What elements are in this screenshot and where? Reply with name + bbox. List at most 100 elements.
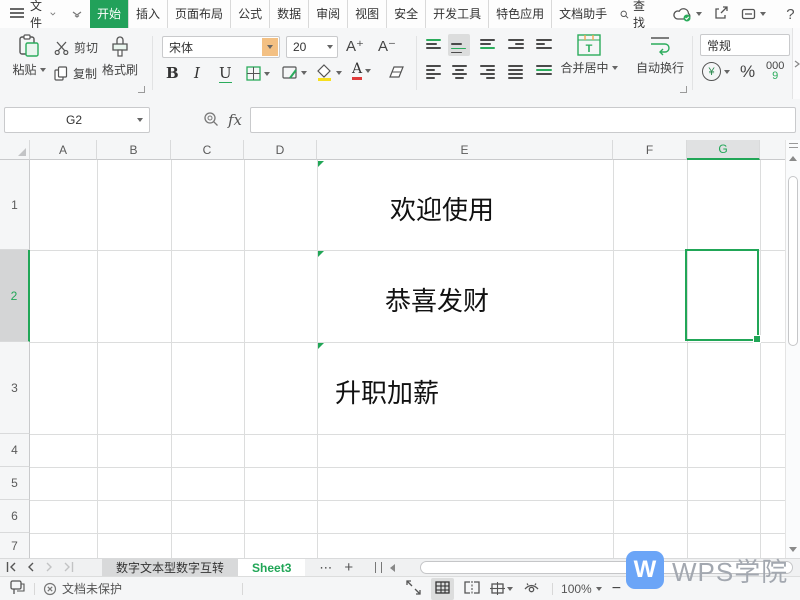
- font-size-select[interactable]: 20: [286, 36, 338, 58]
- ribbon-tab-security[interactable]: 安全: [386, 0, 425, 28]
- name-box[interactable]: G2: [4, 107, 150, 133]
- sheet-tab-inactive[interactable]: 数字文本型数字互转: [102, 559, 238, 577]
- wrap-text-button[interactable]: 自动换行: [632, 34, 688, 76]
- cell-E2[interactable]: 恭喜发财: [385, 281, 489, 318]
- align-bottom-icon[interactable]: [480, 39, 495, 49]
- ribbon-tab-doc-assistant[interactable]: 文档助手: [551, 0, 614, 28]
- decrease-font-button[interactable]: A⁻: [378, 37, 396, 55]
- ribbon-tab-insert[interactable]: 插入: [128, 0, 167, 28]
- borders-button[interactable]: [246, 66, 270, 81]
- row-header-5[interactable]: 5: [0, 467, 30, 500]
- format-painter-button[interactable]: 格式刷: [98, 34, 142, 78]
- alignment-dialog-launcher-icon[interactable]: [680, 86, 687, 93]
- column-header-F[interactable]: F: [613, 140, 687, 160]
- eraser-button[interactable]: [388, 65, 405, 82]
- align-middle-icon[interactable]: [448, 34, 470, 56]
- split-handle[interactable]: [789, 143, 798, 148]
- fill-handle[interactable]: [753, 335, 761, 343]
- ribbon-scroll-right[interactable]: [792, 28, 800, 99]
- column-header-B[interactable]: B: [97, 140, 171, 160]
- ribbon-tab-view[interactable]: 视图: [347, 0, 386, 28]
- column-header-E[interactable]: E: [317, 140, 613, 160]
- prev-sheet-button[interactable]: [27, 561, 35, 575]
- new-tab-button[interactable]: [741, 7, 766, 21]
- decrease-indent-icon[interactable]: [508, 39, 524, 49]
- row-header-3[interactable]: 3: [0, 342, 30, 434]
- bold-button[interactable]: B: [166, 64, 179, 82]
- fullscreen-button[interactable]: [406, 580, 421, 598]
- column-header-D[interactable]: D: [244, 140, 317, 160]
- number-format-select[interactable]: 常规: [700, 34, 790, 56]
- ribbon-tab-developer[interactable]: 开发工具: [425, 0, 488, 28]
- font-color-button[interactable]: A: [352, 62, 371, 80]
- ribbon-tab-formulas[interactable]: 公式: [230, 0, 269, 28]
- increase-font-button[interactable]: A⁺: [346, 37, 364, 55]
- comma-style-button[interactable]: 000 9: [766, 61, 784, 81]
- formula-input[interactable]: [250, 107, 796, 133]
- select-all-corner[interactable]: [0, 140, 30, 160]
- cell-E1[interactable]: 欢迎使用: [390, 190, 494, 227]
- increase-indent-icon[interactable]: [536, 39, 552, 49]
- protection-status[interactable]: 文档未保护: [43, 580, 122, 597]
- quick-access-collapse-icon[interactable]: [72, 7, 82, 21]
- row-header-6[interactable]: 6: [0, 500, 30, 533]
- last-sheet-button[interactable]: [63, 561, 74, 575]
- help-button[interactable]: ?: [786, 6, 794, 23]
- zoom-out-button[interactable]: −: [612, 580, 621, 598]
- page-layout-view-button[interactable]: [490, 582, 513, 595]
- vertical-scrollbar[interactable]: [785, 140, 800, 558]
- ribbon-tab-page-layout[interactable]: 页面布局: [167, 0, 230, 28]
- eye-protect-mode-button[interactable]: [523, 581, 540, 597]
- fill-color-button[interactable]: [316, 64, 342, 81]
- justify-icon[interactable]: [508, 65, 523, 79]
- italic-button[interactable]: I: [194, 64, 200, 82]
- row-header-7[interactable]: 7: [0, 533, 30, 558]
- cell-E3[interactable]: 升职加薪: [335, 373, 439, 410]
- merge-center-button[interactable]: T 合并居中: [556, 34, 622, 76]
- more-sheets-button[interactable]: ⋯: [319, 560, 332, 576]
- fx-insert-function-button[interactable]: fx: [228, 111, 242, 129]
- ribbon-tab-review[interactable]: 审阅: [308, 0, 347, 28]
- macro-record-icon[interactable]: [10, 580, 26, 598]
- ribbon-tab-home[interactable]: 开始: [90, 0, 128, 28]
- align-left-icon[interactable]: [426, 65, 441, 79]
- currency-style-button[interactable]: ¥: [702, 62, 730, 81]
- vertical-scroll-thumb[interactable]: [788, 176, 798, 346]
- align-right-icon[interactable]: [480, 65, 495, 79]
- distribute-icon[interactable]: [536, 65, 552, 75]
- align-top-icon[interactable]: [426, 39, 441, 49]
- normal-view-button[interactable]: [431, 578, 454, 600]
- page-break-preview-button[interactable]: [464, 581, 480, 597]
- cut-button[interactable]: 剪切: [54, 39, 98, 56]
- cloud-sync-button[interactable]: [673, 7, 702, 22]
- column-header-G-selected[interactable]: G: [687, 140, 760, 160]
- paste-button[interactable]: 粘贴: [12, 34, 46, 78]
- copy-button[interactable]: 复制: [54, 65, 97, 82]
- row-header-4[interactable]: 4: [0, 434, 30, 467]
- scroll-up-arrow-icon[interactable]: [789, 156, 797, 161]
- font-name-select[interactable]: 宋体: [162, 36, 280, 58]
- underline-button[interactable]: U: [219, 64, 232, 83]
- ribbon-tab-data[interactable]: 数据: [269, 0, 308, 28]
- sheet-tab-active[interactable]: Sheet3: [238, 559, 305, 577]
- hamburger-menu-icon[interactable]: [10, 7, 24, 22]
- hscroll-left-arrow-icon[interactable]: [390, 564, 395, 572]
- selected-cell-G2[interactable]: [685, 249, 759, 341]
- share-button[interactable]: [714, 5, 729, 23]
- clipboard-dialog-launcher-icon[interactable]: [138, 86, 145, 93]
- ribbon-tab-special-apps[interactable]: 特色应用: [488, 0, 551, 28]
- align-center-icon[interactable]: [452, 65, 467, 79]
- tab-split-handle[interactable]: [375, 562, 382, 573]
- file-menu[interactable]: 文件: [30, 0, 56, 31]
- column-header-partial[interactable]: [760, 140, 785, 160]
- row-header-2-selected[interactable]: 2: [0, 250, 30, 342]
- column-header-A[interactable]: A: [30, 140, 97, 160]
- cell-shading-button[interactable]: [282, 66, 307, 80]
- zoom-level-control[interactable]: 100%: [561, 582, 602, 596]
- add-sheet-button[interactable]: +: [344, 559, 353, 576]
- percent-style-button[interactable]: %: [740, 62, 755, 82]
- search-button[interactable]: 查找: [620, 0, 649, 31]
- first-sheet-button[interactable]: [6, 561, 17, 575]
- row-header-1[interactable]: 1: [0, 160, 30, 250]
- next-sheet-button[interactable]: [45, 561, 53, 575]
